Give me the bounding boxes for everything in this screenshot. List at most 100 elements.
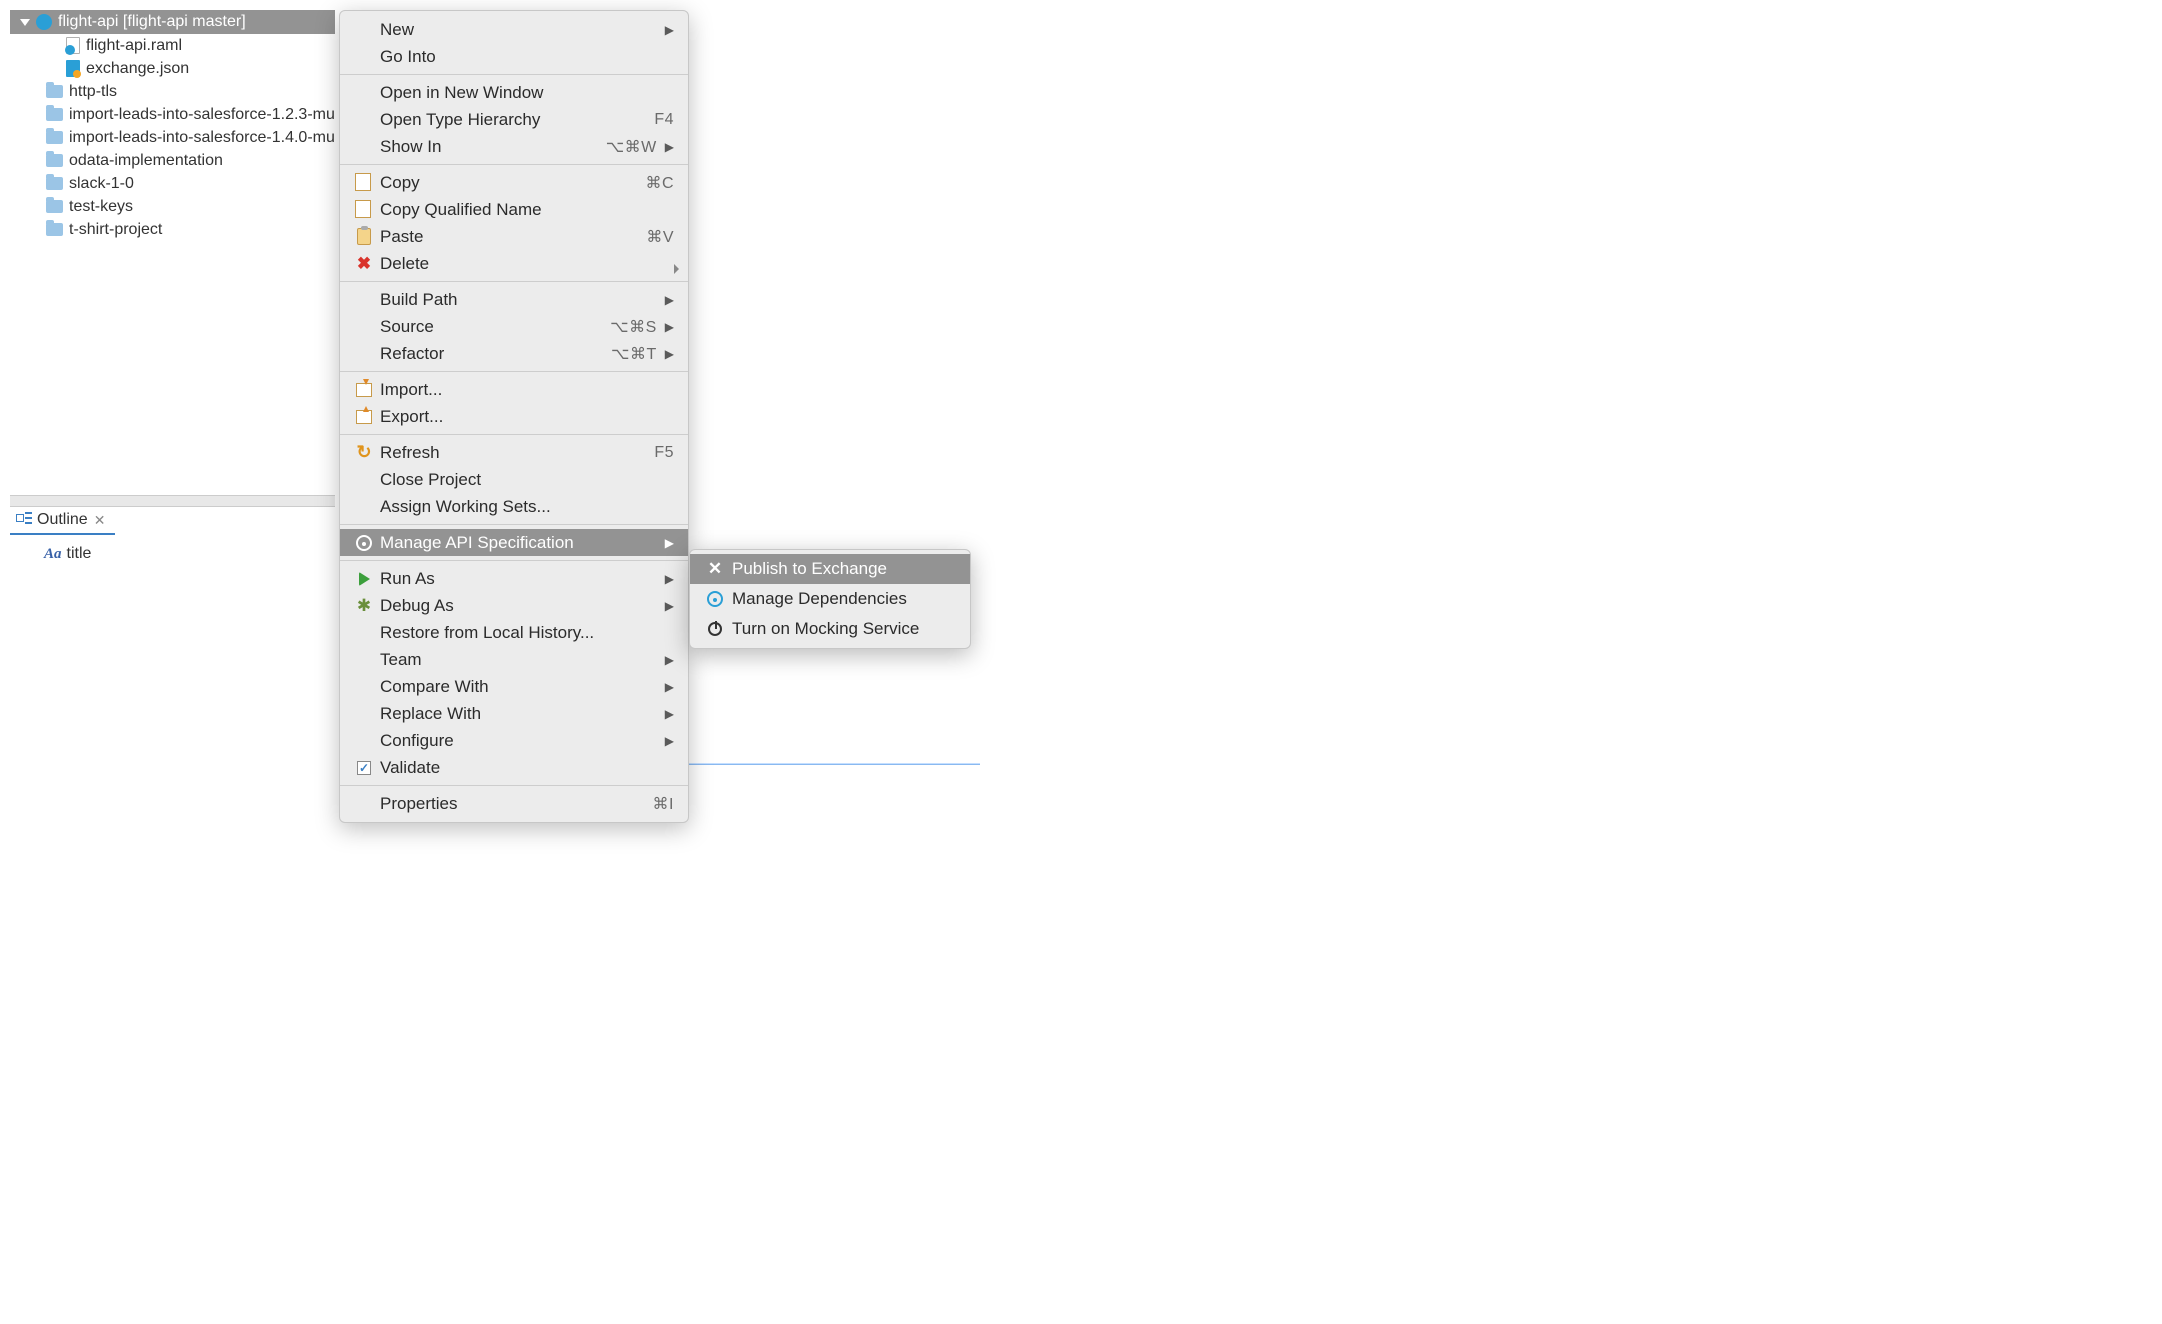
shortcut: ⌘C	[645, 173, 674, 193]
file-row-json[interactable]: exchange.json	[10, 57, 335, 80]
menu-item-run-as[interactable]: Run As▶	[340, 565, 688, 592]
submenu-item-mocking-service[interactable]: Turn on Mocking Service	[690, 614, 970, 644]
submenu-label: Publish to Exchange	[732, 559, 887, 579]
menu-label: Build Path	[380, 290, 657, 310]
tab-label: Outline	[37, 511, 88, 529]
menu-item-properties[interactable]: Properties ⌘I	[340, 790, 688, 817]
shortcut: ⌘I	[653, 794, 674, 814]
menu-label: Import...	[380, 380, 674, 400]
menu-item-refactor[interactable]: Refactor ⌥⌘T ▶	[340, 340, 688, 367]
raml-file-icon	[66, 37, 80, 54]
submenu-arrow-icon: ▶	[665, 653, 674, 667]
menu-item-copy[interactable]: Copy⌘C	[340, 169, 688, 196]
menu-label: Debug As	[380, 596, 657, 616]
tab-outline[interactable]: Outline ✕	[10, 507, 115, 535]
pane-divider[interactable]	[10, 495, 335, 507]
menu-item-validate[interactable]: ✓ Validate	[340, 754, 688, 781]
folder-label: import-leads-into-salesforce-1.4.0-mu	[69, 129, 335, 147]
menu-item-new[interactable]: New▶	[340, 16, 688, 43]
menu-label: Properties	[380, 794, 645, 814]
submenu-item-manage-dependencies[interactable]: Manage Dependencies	[690, 584, 970, 614]
folder-row-slack[interactable]: slack-1-0	[10, 172, 335, 195]
menu-separator	[340, 164, 688, 165]
menu-item-export[interactable]: Export...	[340, 403, 688, 430]
menu-label: Validate	[380, 758, 674, 778]
menu-label: New	[380, 20, 657, 40]
menu-label: Assign Working Sets...	[380, 497, 674, 517]
menu-item-copy-qualified-name[interactable]: Copy Qualified Name	[340, 196, 688, 223]
copy-icon	[357, 175, 371, 191]
menu-label: Show In	[380, 137, 598, 157]
menu-label: Close Project	[380, 470, 674, 490]
menu-item-refresh[interactable]: ↻RefreshF5	[340, 439, 688, 466]
menu-item-close-project[interactable]: Close Project	[340, 466, 688, 493]
folder-icon	[46, 131, 63, 144]
menu-item-open-new-window[interactable]: Open in New Window	[340, 79, 688, 106]
menu-separator	[340, 524, 688, 525]
folder-label: test-keys	[69, 198, 133, 216]
menu-item-paste[interactable]: Paste⌘V	[340, 223, 688, 250]
menu-label: Configure	[380, 731, 657, 751]
folder-label: t-shirt-project	[69, 221, 162, 239]
folder-icon	[46, 154, 63, 167]
menu-label: Copy Qualified Name	[380, 200, 674, 220]
menu-item-replace-with[interactable]: Replace With▶	[340, 700, 688, 727]
menu-item-debug-as[interactable]: ✱Debug As▶	[340, 592, 688, 619]
folder-row-import-140[interactable]: import-leads-into-salesforce-1.4.0-mu	[10, 126, 335, 149]
project-row-flight-api[interactable]: flight-api [flight-api master]	[10, 10, 335, 34]
api-icon	[707, 591, 723, 607]
close-icon[interactable]: ✕	[94, 512, 106, 529]
project-explorer: flight-api [flight-api master] flight-ap…	[10, 10, 335, 495]
submenu-arrow-icon: ▶	[665, 680, 674, 694]
menu-item-configure[interactable]: Configure ▶	[340, 727, 688, 754]
folder-row-http-tls[interactable]: http-tls	[10, 80, 335, 103]
menu-item-delete[interactable]: ✖Delete	[340, 250, 688, 277]
submenu-arrow-icon: ▶	[665, 599, 674, 613]
submenu-arrow-icon: ▶	[665, 347, 674, 361]
menu-label: Refresh	[380, 443, 646, 463]
folder-row-test-keys[interactable]: test-keys	[10, 195, 335, 218]
folder-label: http-tls	[69, 83, 117, 101]
file-row-raml[interactable]: flight-api.raml	[10, 34, 335, 57]
folder-label: import-leads-into-salesforce-1.2.3-mu	[69, 106, 335, 124]
json-file-icon	[66, 60, 80, 77]
menu-item-show-in[interactable]: Show In⌥⌘W▶	[340, 133, 688, 160]
menu-separator	[340, 434, 688, 435]
import-icon	[356, 383, 372, 397]
folder-icon	[46, 200, 63, 213]
menu-label: Restore from Local History...	[380, 623, 674, 643]
submenu-arrow-icon: ▶	[665, 320, 674, 334]
menu-label: Replace With	[380, 704, 657, 724]
menu-item-build-path[interactable]: Build Path ▶	[340, 286, 688, 313]
folder-icon	[46, 223, 63, 236]
folder-row-tshirt[interactable]: t-shirt-project	[10, 218, 335, 241]
menu-item-restore-local-history[interactable]: Restore from Local History...	[340, 619, 688, 646]
shortcut: ⌥⌘S	[610, 317, 657, 337]
submenu-arrow-icon: ▶	[665, 734, 674, 748]
submenu-label: Turn on Mocking Service	[732, 619, 919, 639]
file-label: exchange.json	[86, 60, 189, 78]
submenu-item-publish-exchange[interactable]: ✕Publish to Exchange	[690, 554, 970, 584]
menu-item-import[interactable]: Import...	[340, 376, 688, 403]
menu-label: Refactor	[380, 344, 603, 364]
menu-item-assign-working-sets[interactable]: Assign Working Sets...	[340, 493, 688, 520]
folder-label: slack-1-0	[69, 175, 134, 193]
menu-item-go-into[interactable]: Go Into	[340, 43, 688, 70]
folder-row-odata[interactable]: odata-implementation	[10, 149, 335, 172]
menu-item-source[interactable]: Source⌥⌘S▶	[340, 313, 688, 340]
run-icon	[359, 572, 370, 586]
menu-item-manage-api-specification[interactable]: Manage API Specification▶	[340, 529, 688, 556]
outline-item-title[interactable]: Aa title	[44, 545, 335, 563]
checkbox-icon: ✓	[357, 761, 371, 775]
menu-item-team[interactable]: Team▶	[340, 646, 688, 673]
submenu-arrow-icon: ▶	[665, 293, 674, 307]
folder-row-import-123[interactable]: import-leads-into-salesforce-1.2.3-mu	[10, 103, 335, 126]
menu-item-compare-with[interactable]: Compare With▶	[340, 673, 688, 700]
api-icon	[356, 535, 372, 551]
menu-label: Go Into	[380, 47, 674, 67]
menu-item-open-type-hierarchy[interactable]: Open Type HierarchyF4	[340, 106, 688, 133]
folder-label: odata-implementation	[69, 152, 223, 170]
context-menu: New▶ Go Into Open in New Window Open Typ…	[339, 10, 689, 823]
shortcut: ⌥⌘T	[611, 344, 657, 364]
project-label: flight-api [flight-api master]	[58, 13, 246, 31]
